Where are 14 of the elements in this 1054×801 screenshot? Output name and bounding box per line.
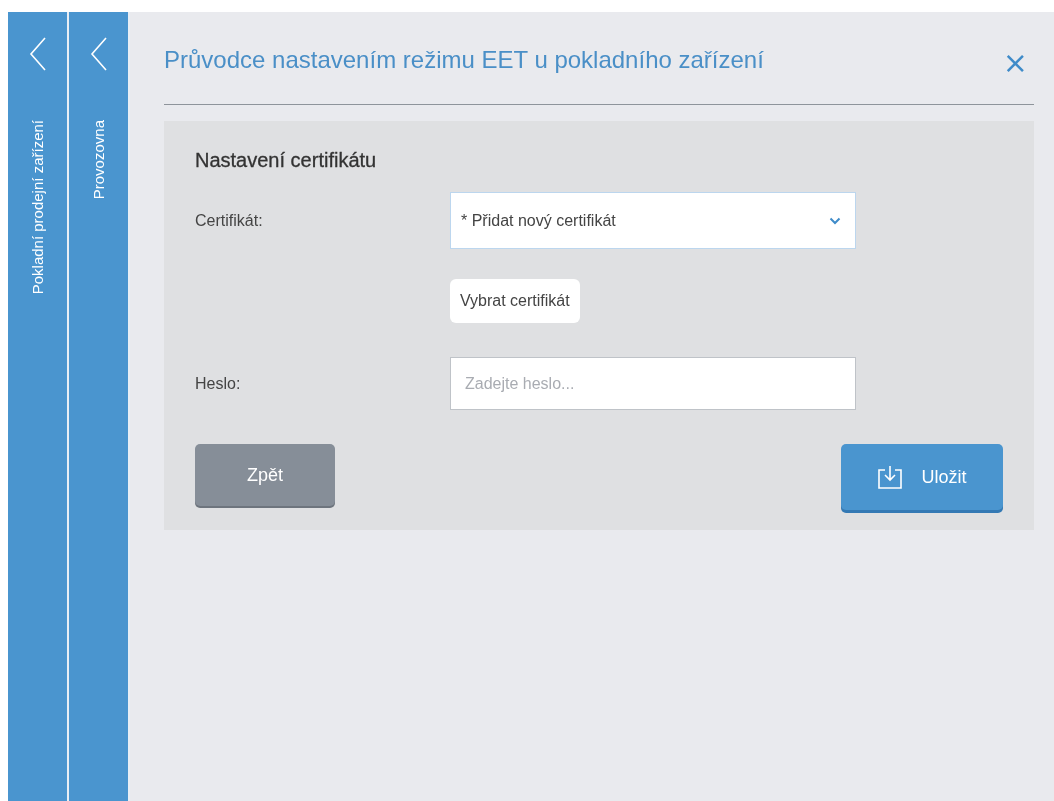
choose-certificate-button[interactable]: Vybrat certifikát xyxy=(450,279,580,323)
save-button[interactable]: Uložit xyxy=(841,444,1003,510)
chevron-down-icon xyxy=(829,216,841,225)
panel-title[interactable]: Provozovna xyxy=(90,120,107,200)
field-label: Heslo: xyxy=(195,374,242,393)
password-field[interactable]: Zadejte heslo... xyxy=(450,357,856,410)
dialog-title: Průvodce nastavením režimu EET u pokladního zařízení xyxy=(164,45,764,74)
back-button[interactable]: Zpět xyxy=(195,444,335,506)
section-heading: Nastavení certifikátu xyxy=(195,149,378,172)
panel-title[interactable]: Pokladní prodejní zařízení xyxy=(29,120,46,295)
download-tray-icon xyxy=(877,464,904,490)
certificate-dropdown[interactable]: * Přidat nový certifikát xyxy=(450,192,856,249)
field-label: Certifikát: xyxy=(195,211,264,230)
close-button[interactable]: × xyxy=(996,44,1034,80)
